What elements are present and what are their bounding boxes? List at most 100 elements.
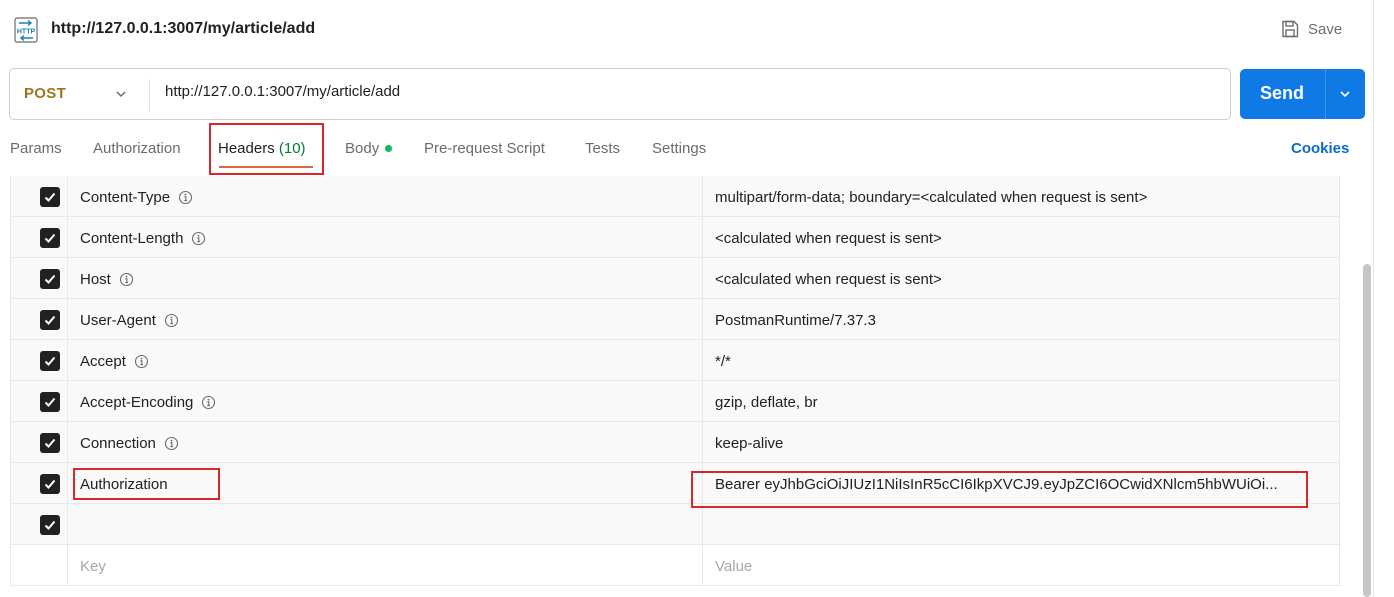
header-key-cell[interactable]: Accept: [69, 340, 703, 380]
header-value-cell[interactable]: <calculated when request is sent>: [704, 217, 1339, 257]
send-label: Send: [1260, 83, 1305, 103]
header-row: Accept */*: [10, 340, 1340, 381]
header-enabled-checkbox[interactable]: [40, 228, 60, 248]
header-key-text: Content-Length: [80, 230, 184, 247]
header-enabled-checkbox[interactable]: [40, 351, 60, 371]
header-key-cell[interactable]: [69, 504, 703, 544]
header-value: multipart/form-data; boundary=<calculate…: [715, 189, 1148, 206]
header-key-text: Connection: [80, 435, 156, 452]
info-icon[interactable]: [119, 272, 134, 287]
highlight-authorization-value: [691, 471, 1308, 508]
key-placeholder: Key: [80, 558, 106, 575]
tab-body-label: Body: [345, 140, 380, 157]
chevron-down-icon: [116, 91, 126, 98]
header-enable-cell: [11, 381, 68, 421]
header-key-cell[interactable]: Connection: [69, 422, 703, 462]
svg-text:HTTP: HTTP: [17, 29, 36, 36]
header-row: [10, 504, 1340, 545]
info-icon[interactable]: [191, 231, 206, 246]
new-header-row: Key Value: [10, 545, 1340, 586]
header-key-cell[interactable]: Content-Type: [69, 176, 703, 216]
header-enable-cell: [11, 299, 68, 339]
tab-params[interactable]: Params: [10, 140, 62, 157]
header-row: Host <calculated when request is sent>: [10, 258, 1340, 299]
header-value-cell[interactable]: keep-alive: [704, 422, 1339, 462]
highlight-authorization-key: [73, 468, 220, 500]
header-enable-cell: [11, 217, 68, 257]
header-key: Connection: [80, 435, 179, 452]
header-key: Content-Type: [80, 189, 193, 206]
tab-tests[interactable]: Tests: [585, 140, 620, 157]
header-enable-cell: [11, 463, 68, 503]
value-placeholder: Value: [715, 558, 753, 575]
header-value-cell[interactable]: PostmanRuntime/7.37.3: [704, 299, 1339, 339]
header-value-cell[interactable]: <calculated when request is sent>: [704, 258, 1339, 298]
info-icon[interactable]: [201, 395, 216, 410]
scrollbar-thumb[interactable]: [1363, 264, 1371, 597]
tab-settings[interactable]: Settings: [652, 140, 706, 157]
send-separator: [1325, 69, 1326, 119]
header-key: Accept: [80, 353, 149, 370]
tab-pre-request-script[interactable]: Pre-request Script: [424, 140, 545, 157]
header-value: gzip, deflate, br: [715, 394, 818, 411]
header-row: Accept-Encoding gzip, deflate, br: [10, 381, 1340, 422]
highlight-headers-tab: [209, 123, 324, 175]
info-icon[interactable]: [164, 436, 179, 451]
panel-border: [1373, 0, 1374, 597]
header-value-cell[interactable]: multipart/form-data; boundary=<calculate…: [704, 176, 1339, 216]
header-key: Host: [80, 271, 134, 288]
header-enabled-checkbox[interactable]: [40, 515, 60, 535]
cookies-link[interactable]: Cookies: [1291, 140, 1349, 157]
send-options-chevron-icon[interactable]: [1338, 87, 1352, 101]
url-divider: [149, 79, 150, 111]
url-bar: POST http://127.0.0.1:3007/my/article/ad…: [9, 68, 1231, 120]
header-key-cell[interactable]: Host: [69, 258, 703, 298]
new-value-cell[interactable]: Value: [704, 545, 1339, 585]
header-value-cell[interactable]: gzip, deflate, br: [704, 381, 1339, 421]
header-key: User-Agent: [80, 312, 179, 329]
header-enabled-checkbox[interactable]: [40, 310, 60, 330]
header-row: User-Agent PostmanRuntime/7.37.3: [10, 299, 1340, 340]
tab-body[interactable]: Body: [345, 140, 393, 157]
new-key-cell[interactable]: Key: [69, 545, 703, 585]
header-enable-cell: [11, 545, 68, 585]
save-icon: [1282, 20, 1299, 38]
info-icon[interactable]: [164, 313, 179, 328]
header-value: */*: [715, 353, 731, 370]
http-request-icon: HTTP: [14, 17, 38, 43]
header-value: PostmanRuntime/7.37.3: [715, 312, 876, 329]
request-title[interactable]: http://127.0.0.1:3007/my/article/add: [51, 20, 315, 38]
info-icon[interactable]: [178, 190, 193, 205]
header-enabled-checkbox[interactable]: [40, 269, 60, 289]
method-label: POST: [24, 85, 67, 102]
header-key-cell[interactable]: Accept-Encoding: [69, 381, 703, 421]
header-value: <calculated when request is sent>: [715, 271, 942, 288]
header-value: keep-alive: [715, 435, 784, 452]
tab-authorization[interactable]: Authorization: [93, 140, 181, 157]
header-row: Content-Length <calculated when request i…: [10, 217, 1340, 258]
header-key-text: Host: [80, 271, 111, 288]
header-enable-cell: [11, 422, 68, 462]
request-header: HTTP http://127.0.0.1:3007/my/article/ad…: [0, 0, 1394, 60]
header-enabled-checkbox[interactable]: [40, 392, 60, 412]
body-modified-dot: [385, 144, 393, 152]
header-value-cell[interactable]: [704, 504, 1339, 544]
header-key-text: Accept-Encoding: [80, 394, 194, 411]
header-value-cell[interactable]: */*: [704, 340, 1339, 380]
save-button[interactable]: Save: [1280, 16, 1342, 42]
header-enabled-checkbox[interactable]: [40, 474, 60, 494]
header-enable-cell: [11, 504, 68, 544]
header-enabled-checkbox[interactable]: [40, 187, 60, 207]
url-input[interactable]: http://127.0.0.1:3007/my/article/add: [165, 83, 1215, 100]
send-button[interactable]: Send: [1240, 69, 1365, 119]
header-enable-cell: [11, 258, 68, 298]
header-key-text: User-Agent: [80, 312, 156, 329]
header-key-cell[interactable]: User-Agent: [69, 299, 703, 339]
header-key: Content-Length: [80, 230, 206, 247]
info-icon[interactable]: [134, 354, 149, 369]
header-enabled-checkbox[interactable]: [40, 433, 60, 453]
header-enable-cell: [11, 340, 68, 380]
header-key-cell[interactable]: Content-Length: [69, 217, 703, 257]
header-row: Connection keep-alive: [10, 422, 1340, 463]
header-key: Accept-Encoding: [80, 394, 216, 411]
